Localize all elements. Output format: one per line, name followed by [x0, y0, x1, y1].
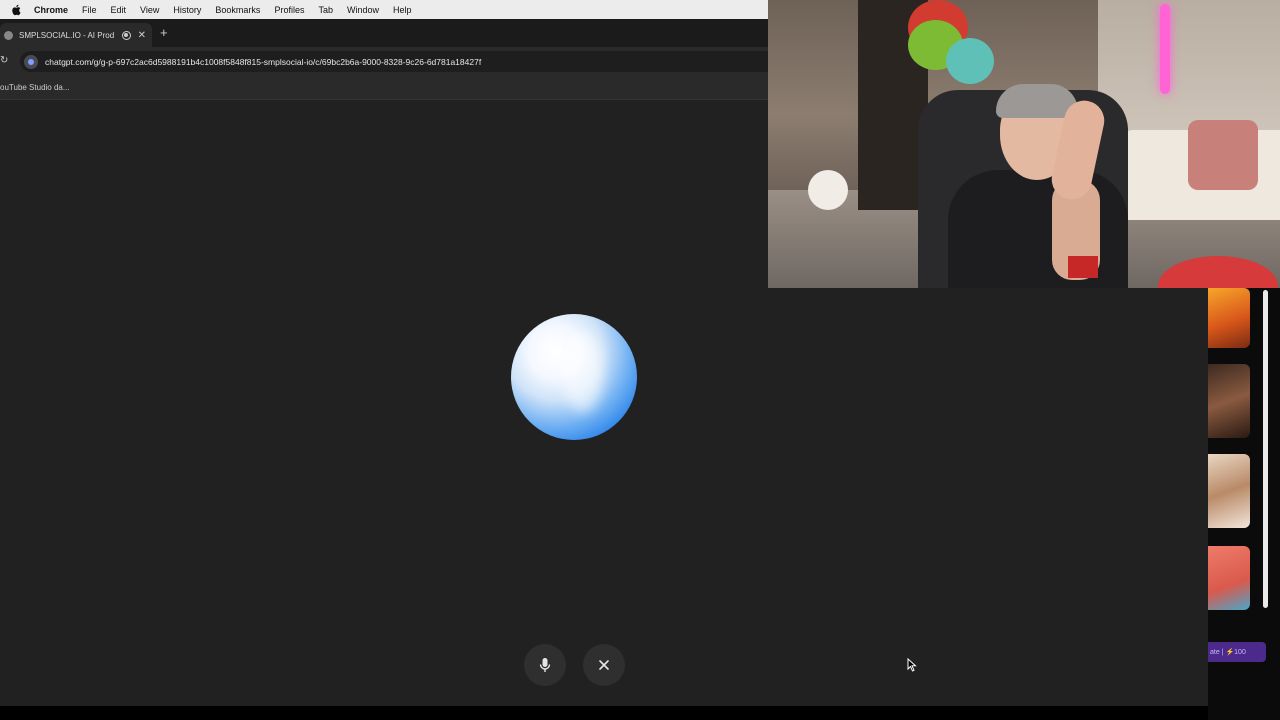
- webcam-overlay: [768, 0, 1280, 288]
- microphone-button[interactable]: [524, 644, 566, 686]
- url-text[interactable]: chatgpt.com/g/g-p-697c2ac6d5988191b4c100…: [45, 57, 481, 67]
- voice-orb: [511, 314, 637, 440]
- thumbnail-3[interactable]: [1208, 454, 1250, 528]
- apple-icon[interactable]: [12, 4, 22, 16]
- tab-title: SMPLSOCIAL.IO - AI Prod: [19, 30, 115, 40]
- webcam-red-box: [1068, 256, 1098, 278]
- person-shirt: [948, 170, 1128, 288]
- thumbnail-2[interactable]: [1208, 364, 1250, 438]
- webcam-person: [948, 60, 1128, 288]
- macos-menu-bar: Chrome File Edit View History Bookmarks …: [0, 0, 768, 19]
- menu-app-chrome[interactable]: Chrome: [34, 5, 68, 15]
- menu-window[interactable]: Window: [347, 5, 379, 15]
- thumbnail-1[interactable]: [1208, 288, 1250, 348]
- browser-toolbar: ↻ chatgpt.com/g/g-p-697c2ac6d5988191b4c1…: [0, 47, 768, 76]
- scrollbar[interactable]: [1263, 290, 1268, 608]
- menu-profiles[interactable]: Profiles: [274, 5, 304, 15]
- menu-bookmarks[interactable]: Bookmarks: [215, 5, 260, 15]
- microphone-icon: [539, 658, 551, 672]
- thumbnail-4[interactable]: [1208, 546, 1250, 610]
- end-voice-button[interactable]: [583, 644, 625, 686]
- webcam-blanket: [1188, 120, 1258, 190]
- bookmark-youtube-studio[interactable]: ouTube Studio da...: [0, 83, 70, 92]
- create-button[interactable]: ate | ⚡100: [1208, 642, 1266, 662]
- menu-history[interactable]: History: [173, 5, 201, 15]
- site-info-icon[interactable]: [24, 54, 38, 69]
- menu-tab[interactable]: Tab: [318, 5, 333, 15]
- new-tab-plus-icon[interactable]: +: [160, 25, 168, 40]
- webcam-neon-light: [1160, 4, 1170, 94]
- favicon-icon: [4, 30, 13, 40]
- webcam-ball: [808, 170, 848, 210]
- right-side-panel: ate | ⚡100: [1208, 288, 1280, 720]
- reload-icon[interactable]: ↻: [0, 55, 8, 66]
- menu-file[interactable]: File: [82, 5, 97, 15]
- address-bar[interactable]: chatgpt.com/g/g-p-697c2ac6d5988191b4c100…: [20, 51, 768, 72]
- tab-close-icon[interactable]: ✕: [138, 30, 146, 41]
- browser-tab-active[interactable]: SMPLSOCIAL.IO - AI Prod ✕: [0, 23, 152, 47]
- bookmarks-bar: ouTube Studio da...: [0, 76, 768, 100]
- tab-strip: SMPLSOCIAL.IO - AI Prod ✕ +: [0, 19, 768, 47]
- menu-edit[interactable]: Edit: [111, 5, 127, 15]
- recording-icon: [121, 30, 131, 40]
- menu-view[interactable]: View: [140, 5, 159, 15]
- mouse-cursor-icon: [907, 658, 917, 672]
- close-icon: [599, 660, 609, 670]
- menu-help[interactable]: Help: [393, 5, 412, 15]
